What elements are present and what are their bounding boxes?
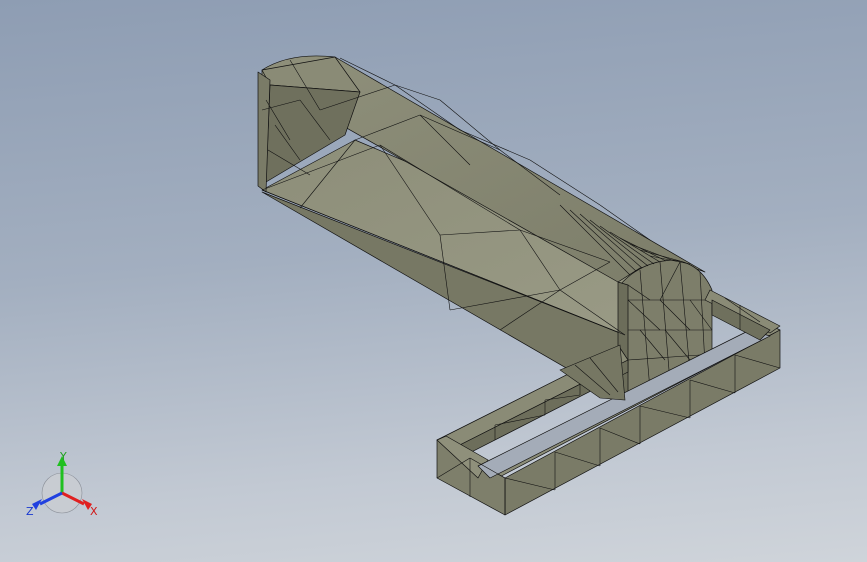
graphics-viewport[interactable]: Y X Z bbox=[0, 0, 867, 562]
3d-model[interactable] bbox=[0, 0, 867, 562]
z-axis-label: Z bbox=[26, 505, 34, 518]
y-axis-label: Y bbox=[59, 450, 67, 463]
x-axis-label: X bbox=[90, 505, 98, 518]
orientation-triad[interactable]: Y X Z bbox=[22, 448, 112, 524]
